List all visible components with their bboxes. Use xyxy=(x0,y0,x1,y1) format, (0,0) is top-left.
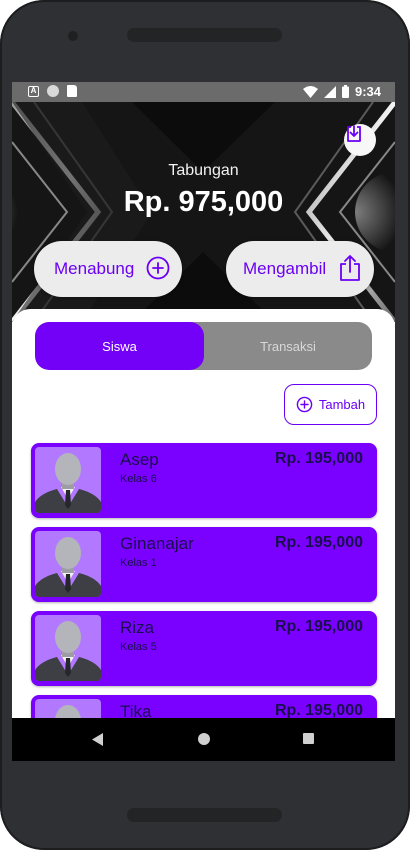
menabung-button[interactable]: Menabung xyxy=(34,241,182,297)
circle-icon xyxy=(47,85,59,97)
student-name: Asep xyxy=(120,450,159,469)
phone-frame: A 9:34 Tabungan Rp. 975,000 Menabung Men… xyxy=(0,0,410,850)
student-class: Kelas 1 xyxy=(120,557,157,569)
home-icon[interactable] xyxy=(198,733,210,745)
plus-circle-icon xyxy=(146,256,170,280)
student-balance: Rp. 195,000 xyxy=(274,534,363,551)
person-avatar-icon xyxy=(35,537,101,597)
avatar xyxy=(35,447,101,513)
phone-top-bezel xyxy=(0,0,410,82)
earpiece-speaker xyxy=(127,28,282,42)
content-panel: Siswa Transaksi Tambah Asep Kelas 6 Rp. … xyxy=(12,309,395,719)
a-icon: A xyxy=(28,85,39,97)
student-balance: Rp. 195,000 xyxy=(274,618,363,635)
person-avatar-icon xyxy=(55,705,81,719)
recents-icon[interactable] xyxy=(303,733,314,744)
student-name: Ginanajar xyxy=(120,534,194,553)
plus-circle-icon xyxy=(296,396,313,413)
mengambil-label: Mengambil xyxy=(243,259,327,278)
system-nav-bar xyxy=(12,718,395,761)
student-card[interactable]: Riza Kelas 5 Rp. 195,000 xyxy=(31,611,377,686)
savings-title: Tabungan xyxy=(168,162,239,179)
student-class: Kelas 5 xyxy=(120,641,157,653)
student-name: Riza xyxy=(120,618,155,637)
avatar xyxy=(35,531,101,597)
student-card[interactable]: Tika Rp. 195,000 xyxy=(31,695,377,719)
status-bar: A 9:34 xyxy=(12,82,395,102)
tab-siswa[interactable]: Siswa xyxy=(35,322,204,370)
bottom-speaker xyxy=(127,808,282,822)
back-icon[interactable] xyxy=(92,733,104,746)
tab-bar: Siswa Transaksi xyxy=(35,322,372,370)
student-card[interactable]: Ginanajar Kelas 1 Rp. 195,000 xyxy=(31,527,377,602)
student-class: Kelas 6 xyxy=(120,473,157,485)
sd-card-icon xyxy=(67,85,77,97)
tambah-button[interactable]: Tambah xyxy=(284,384,377,425)
status-time: 9:34 xyxy=(354,84,381,99)
student-name: Tika xyxy=(120,702,152,719)
app-screen: A 9:34 Tabungan Rp. 975,000 Menabung Men… xyxy=(12,82,395,761)
tambah-label: Tambah xyxy=(318,397,366,412)
menabung-label: Menabung xyxy=(54,259,135,278)
person-avatar-icon xyxy=(35,621,101,681)
avatar xyxy=(35,699,101,719)
total-savings-amount: Rp. 975,000 xyxy=(123,186,284,218)
signal-icon xyxy=(323,85,336,98)
download-icon xyxy=(347,125,361,142)
front-camera xyxy=(68,31,78,41)
share-upload-icon xyxy=(340,255,360,281)
avatar xyxy=(35,615,101,681)
battery-icon xyxy=(341,85,349,98)
mengambil-button[interactable]: Mengambil xyxy=(226,241,374,297)
download-button[interactable] xyxy=(344,124,376,156)
student-balance: Rp. 195,000 xyxy=(274,702,363,719)
tab-transaksi[interactable]: Transaksi xyxy=(204,322,372,370)
wifi-icon xyxy=(302,85,318,98)
person-avatar-icon xyxy=(35,453,101,513)
student-card[interactable]: Asep Kelas 6 Rp. 195,000 xyxy=(31,443,377,518)
student-balance: Rp. 195,000 xyxy=(274,450,363,467)
